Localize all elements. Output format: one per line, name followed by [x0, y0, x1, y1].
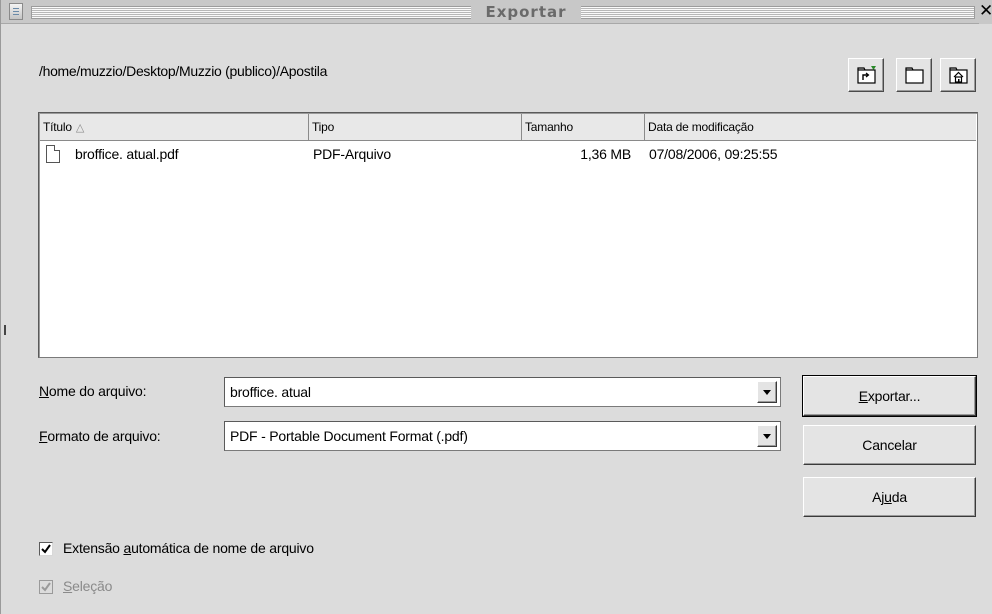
sort-ascending-icon: △ [75, 122, 85, 134]
format-dropdown-button[interactable] [757, 425, 777, 447]
selection-checkbox[interactable] [39, 580, 53, 594]
close-icon[interactable]: ✕ [979, 0, 992, 24]
file-size: 1,36 MB [580, 146, 631, 162]
selection-label: Seleção [63, 578, 113, 594]
title-bar[interactable]: Exportar ✕ [1, 0, 992, 24]
file-icon [46, 145, 60, 163]
window-title: Exportar [471, 1, 581, 23]
resize-grip[interactable] [4, 325, 6, 335]
file-list[interactable]: Título △ Tipo Tamanho Data de modificação… [38, 112, 978, 358]
format-selected-value: PDF - Portable Document Format (.pdf) [230, 428, 468, 444]
folder-up-icon [857, 66, 876, 84]
new-folder-icon [905, 67, 924, 84]
checkmark-icon [41, 544, 51, 554]
current-path: /home/muzzio/Desktop/Muzzio (publico)/Ap… [39, 63, 328, 79]
home-folder-icon [949, 67, 968, 84]
auto-extension-checkbox[interactable] [39, 542, 53, 556]
file-type: PDF-Arquivo [313, 146, 391, 162]
cancel-button[interactable]: Cancelar [803, 425, 976, 465]
file-row[interactable]: broffice. atual.pdf PDF-Arquivo 1,36 MB … [40, 143, 976, 165]
auto-extension-label[interactable]: Extensão automática de nome de arquivo [63, 540, 314, 556]
column-modified[interactable]: Data de modificação [645, 114, 977, 140]
folder-up-button[interactable] [848, 58, 884, 92]
export-dialog: Exportar ✕ /home/muzzio/Desktop/Muzzio (… [0, 0, 992, 614]
filename-combobox[interactable]: broffice. atual [224, 377, 781, 407]
column-size[interactable]: Tamanho [522, 114, 645, 140]
filename-input[interactable]: broffice. atual [230, 378, 311, 406]
format-label: Formato de arquivo: [39, 428, 161, 444]
column-title[interactable]: Título △ [40, 114, 309, 140]
file-modified: 07/08/2006, 09:25:55 [649, 146, 778, 162]
file-name: broffice. atual.pdf [75, 146, 179, 162]
column-type[interactable]: Tipo [309, 114, 522, 140]
checkmark-icon [41, 582, 51, 592]
home-folder-button[interactable] [940, 58, 976, 92]
new-folder-button[interactable] [896, 58, 932, 92]
help-button[interactable]: Ajuda [803, 477, 976, 517]
document-icon[interactable] [9, 3, 23, 20]
file-list-header: Título △ Tipo Tamanho Data de modificação [40, 114, 976, 141]
filename-label: Nome do arquivo: [39, 383, 147, 399]
export-button[interactable]: Exportar... [802, 375, 977, 417]
format-combobox[interactable]: PDF - Portable Document Format (.pdf) [224, 421, 781, 451]
filename-dropdown-button[interactable] [757, 381, 777, 403]
